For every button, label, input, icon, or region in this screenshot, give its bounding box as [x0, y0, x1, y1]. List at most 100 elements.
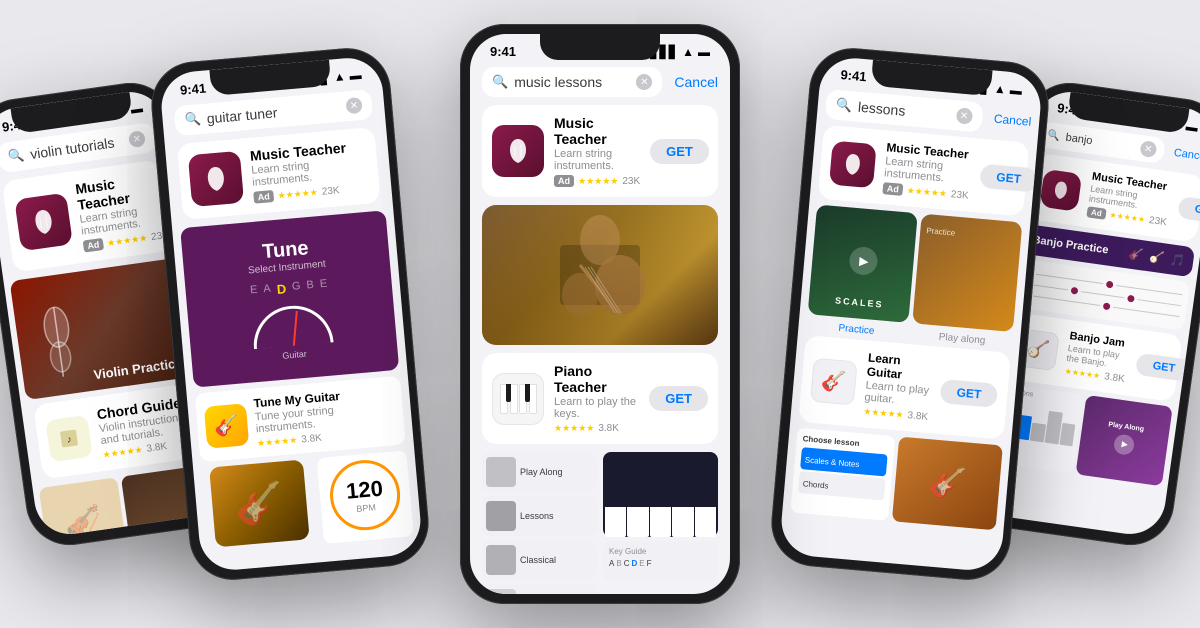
string-dash2c — [1137, 299, 1181, 307]
guitar-player-emoji: 🎸 — [927, 464, 967, 502]
search-row-center: 🔍 music lessons ✕ Cancel — [482, 67, 718, 97]
ad-badge-left1: Ad — [253, 190, 274, 204]
tuner-gauge — [250, 302, 333, 349]
banjo-jam-stars: ★★★★★ — [1064, 367, 1101, 381]
search-clear-right2[interactable]: ✕ — [1139, 140, 1157, 158]
play-circle-scales: ▶ — [848, 246, 878, 276]
app-name-center: Music Teacher — [554, 115, 640, 147]
search-clear-left2[interactable]: ✕ — [128, 130, 146, 148]
get-btn-right1[interactable]: GET — [979, 164, 1038, 193]
rating-right2: 23K — [1148, 215, 1167, 228]
piano-keys-bottom — [603, 507, 718, 537]
search-bar-center[interactable]: 🔍 music lessons ✕ — [482, 67, 662, 97]
ad-badge-center: Ad — [554, 175, 574, 187]
string-dash2b — [1081, 291, 1125, 299]
piano-rating-center: 3.8K — [598, 423, 619, 434]
app-result-center: Music Teacher Learn string instruments. … — [482, 105, 718, 197]
play-item2: Lessons — [482, 496, 597, 536]
inst-icon3: 🎵 — [1169, 252, 1186, 268]
play-thumb1 — [486, 457, 516, 487]
ad-badge-right1: Ad — [882, 182, 903, 196]
banjo-practice-title: Banjo Practice — [1032, 234, 1109, 257]
guitar-practice-thumb: Practice — [912, 214, 1022, 332]
string-dot2 — [1071, 287, 1079, 295]
bpm-number: 120 — [345, 476, 384, 505]
play-along-visual-label: Play Along — [1108, 421, 1145, 433]
key-c: C — [624, 559, 630, 568]
banjo-get-btn[interactable]: GET — [1135, 352, 1192, 381]
search-clear-left1[interactable]: ✕ — [345, 97, 362, 114]
play-btn-thumb[interactable]: ▶ — [1112, 433, 1135, 456]
phone-center-screen: 9:41 ▋▋▋ ▲ ▬ 🔍 music lessons ✕ Cancel — [470, 34, 730, 594]
key-guide-label: Key Guide — [609, 547, 712, 556]
phone-left1: 9:41 ▋▋▋ ▲ ▬ 🔍 guitar tuner ✕ — [148, 45, 432, 584]
rating-left1: 23K — [321, 185, 340, 198]
play-item3: Classical — [482, 540, 597, 580]
piano-get-btn[interactable]: GET — [649, 386, 708, 411]
battery-icon-left1: ▬ — [349, 67, 362, 82]
battery-icon-right2: ▬ — [1185, 119, 1199, 135]
learn-get-btn[interactable]: GET — [940, 379, 999, 408]
key-f: F — [647, 559, 652, 568]
search-clear-center[interactable]: ✕ — [636, 74, 652, 90]
instrument-icons: 🎸 🪕 🎵 — [1128, 246, 1186, 268]
battery-icon-right1: ▬ — [1009, 82, 1022, 97]
search-text-right1: lessons — [857, 99, 950, 123]
learn-guitar-right1: 🎸 Learn Guitar Learn to play guitar. ★★★… — [798, 335, 1011, 440]
banjo-jam-info: Banjo Jam Learn to play the Banjo. ★★★★★… — [1064, 330, 1130, 385]
stars-right2: ★★★★★ — [1109, 210, 1146, 224]
note-e2: E — [319, 277, 328, 293]
bpm-section-left1: 120 BPM — [316, 450, 413, 544]
guitar-label-tuner: Guitar — [282, 348, 307, 360]
phone-center-notch — [540, 34, 660, 60]
piano-subtitle-center: Learn to play the keys. — [554, 396, 639, 420]
cancel-btn-right2[interactable]: Cancel — [1173, 147, 1200, 164]
search-magnifier-left1: 🔍 — [184, 111, 202, 128]
play-item1: Play Along — [482, 452, 597, 492]
app-result-left2: Music Teacher Learn string instruments. … — [2, 159, 171, 272]
stars-center: ★★★★★ — [578, 176, 618, 187]
chord-rating-left2: 3.8K — [146, 441, 168, 455]
string-dot3b — [1102, 302, 1110, 310]
app-meta-center: Ad ★★★★★ 23K — [554, 175, 640, 187]
thumb1-left2: 🎻 — [39, 477, 128, 538]
chord-stars-left2: ★★★★★ — [102, 444, 143, 461]
key-guide-letters: A B C D E F — [609, 559, 712, 568]
play-arrow-thumb: ▶ — [1121, 439, 1128, 449]
tuner-needle — [293, 310, 298, 345]
cancel-btn-right1[interactable]: Cancel — [993, 112, 1031, 129]
search-magnifier-right2: 🔍 — [1047, 129, 1061, 142]
guitar-emoji-right1: 🎸 — [820, 368, 847, 395]
get-btn-right2[interactable]: GET — [1178, 196, 1200, 225]
bpm-circle: 120 BPM — [327, 457, 403, 533]
play-arrow-scales: ▶ — [859, 254, 869, 269]
app-subtitle-center: Learn string instruments. — [554, 148, 640, 172]
phone-left1-screen: 9:41 ▋▋▋ ▲ ▬ 🔍 guitar tuner ✕ — [159, 55, 424, 572]
piano-visual — [603, 452, 718, 537]
get-btn-center[interactable]: GET — [650, 139, 709, 164]
tuner-subtitle-left1: Select Instrument — [248, 258, 326, 276]
key-d: D — [631, 559, 637, 568]
battery-icon-center: ▬ — [698, 45, 710, 59]
search-text-right2: banjo — [1065, 132, 1135, 154]
play-label1: Play Along — [520, 467, 563, 477]
content-grid-right1: SCALES ▶ Practice — [808, 204, 1023, 332]
app-result-left1: Music Teacher Learn string instruments. … — [177, 127, 381, 220]
search-clear-right1[interactable]: ✕ — [955, 107, 972, 124]
wifi-icon-center: ▲ — [682, 45, 694, 59]
piano-stars-center: ★★★★★ — [554, 423, 594, 434]
scales-label-container: SCALES — [808, 288, 910, 315]
tune-emoji: 🎸 — [213, 412, 240, 439]
stars-right1: ★★★★★ — [906, 185, 947, 199]
search-magnifier-left2: 🔍 — [7, 147, 25, 165]
tune-section-left1: 🎸 Tune My Guitar Tune your string instru… — [195, 376, 406, 463]
bpm-label: BPM — [356, 502, 376, 514]
inst-icon1: 🎸 — [1128, 246, 1145, 262]
wifi-icon-right1: ▲ — [994, 81, 1007, 96]
key-e: E — [639, 559, 644, 568]
notes-display: E A D G B E — [250, 277, 328, 299]
app-info-right2: Music Teacher Learn string instruments. … — [1086, 171, 1172, 229]
cancel-btn-center[interactable]: Cancel — [674, 74, 718, 90]
chord-info-left2: Chord Guide Violin instruction and tutor… — [96, 395, 189, 461]
lesson-options: Scales & Notes Chords — [798, 447, 888, 500]
